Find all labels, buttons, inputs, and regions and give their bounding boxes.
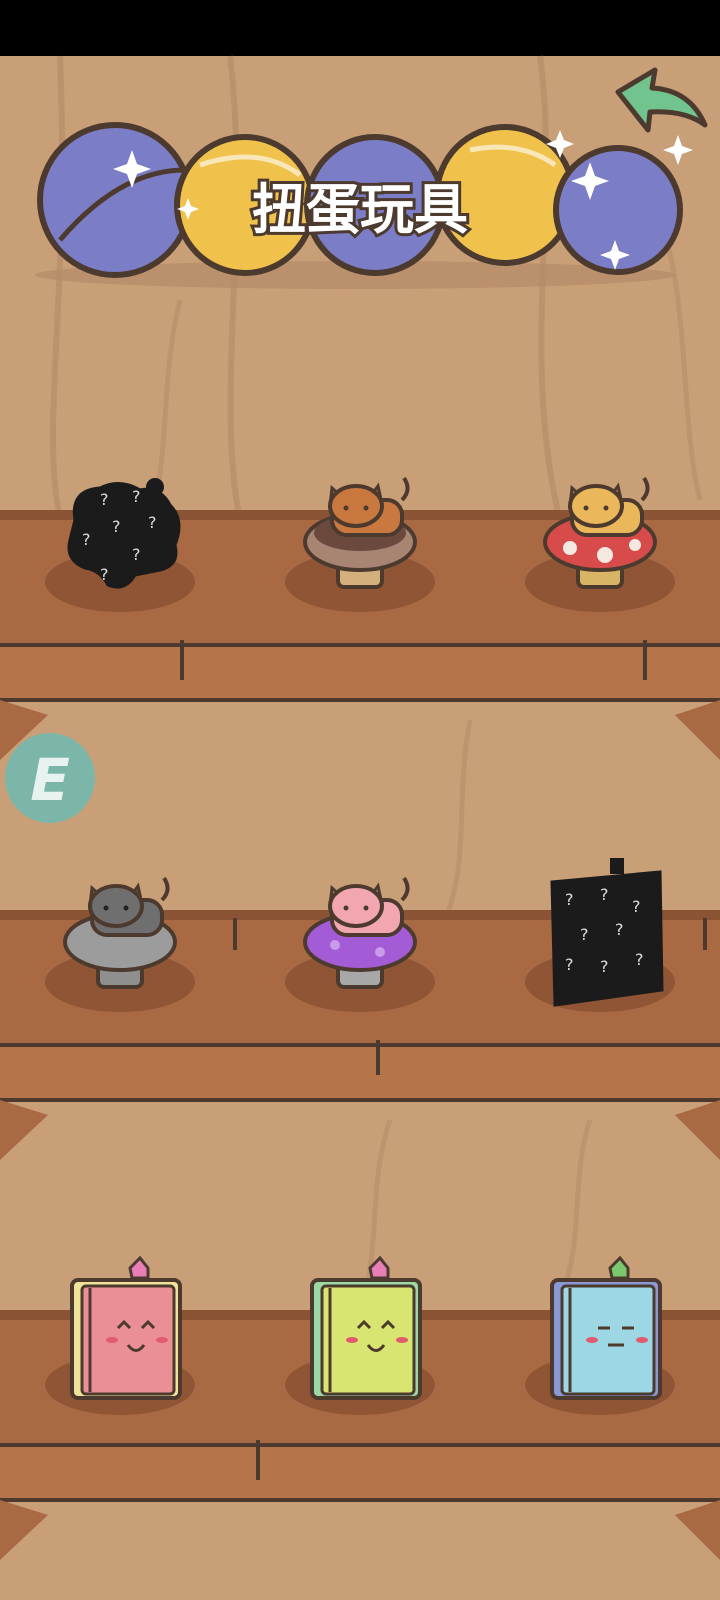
svg-text:?: ? bbox=[100, 490, 109, 509]
svg-text:?: ? bbox=[132, 545, 141, 564]
svg-text:?: ? bbox=[132, 487, 141, 506]
e-badge-letter: E bbox=[30, 746, 70, 814]
svg-text:?: ? bbox=[100, 565, 109, 584]
svg-text:?: ? bbox=[615, 920, 624, 939]
svg-text:?: ? bbox=[632, 897, 641, 916]
svg-text:?: ? bbox=[600, 885, 609, 904]
svg-text:?: ? bbox=[112, 517, 121, 536]
svg-text:?: ? bbox=[565, 890, 574, 909]
svg-text:?: ? bbox=[148, 513, 157, 532]
svg-text:?: ? bbox=[580, 925, 589, 944]
page-title: 扭蛋玩具 bbox=[252, 178, 468, 241]
title-banner: 扭蛋玩具 bbox=[35, 122, 693, 289]
svg-text:?: ? bbox=[565, 955, 574, 974]
svg-text:?: ? bbox=[600, 957, 609, 976]
svg-text:?: ? bbox=[635, 950, 644, 969]
svg-text:?: ? bbox=[82, 530, 91, 549]
e-badge[interactable]: E bbox=[5, 733, 95, 823]
